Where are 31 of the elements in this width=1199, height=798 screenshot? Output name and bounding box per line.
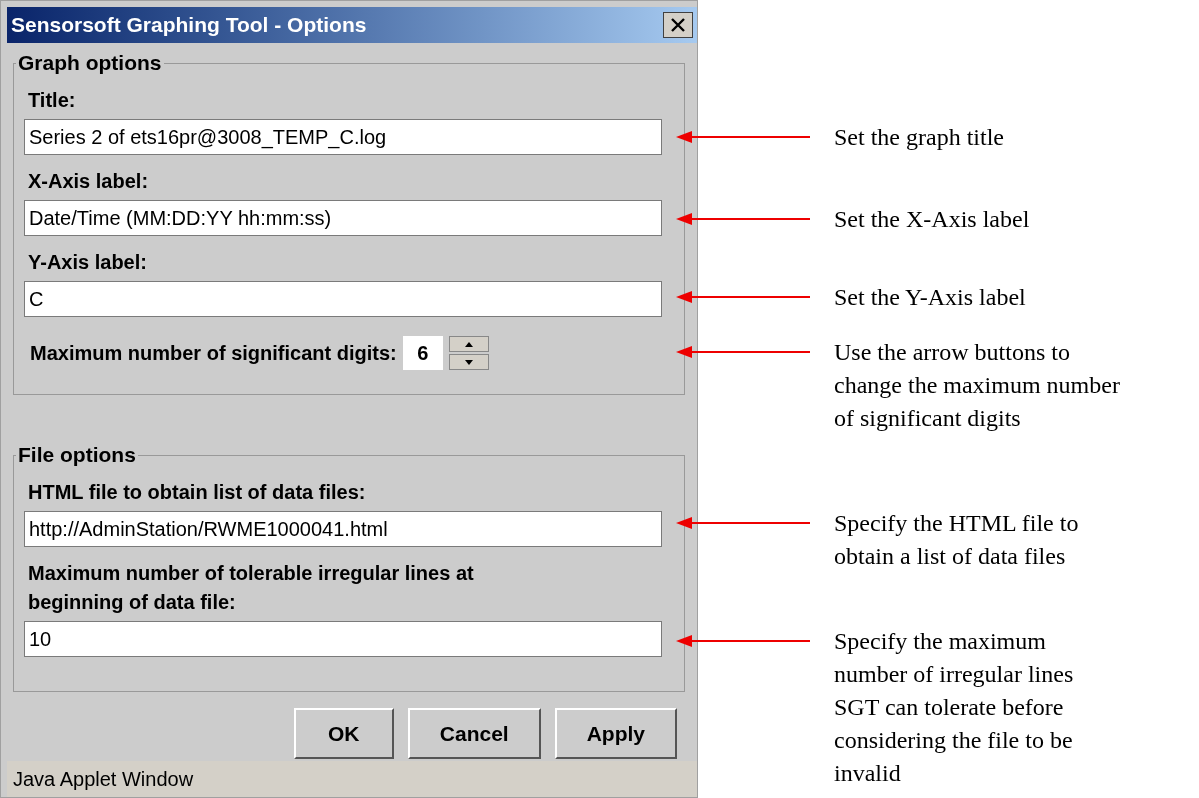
down-arrow-icon bbox=[464, 359, 473, 365]
spin-down-button[interactable] bbox=[448, 354, 489, 370]
up-arrow-icon bbox=[464, 341, 473, 347]
group-title: Graph options bbox=[17, 51, 163, 75]
field-label: Y-Axis label: bbox=[27, 250, 148, 275]
annotation-text: Set the X-Axis label bbox=[834, 205, 1030, 234]
close-icon bbox=[671, 18, 685, 32]
annotation-text: Set the graph title bbox=[834, 123, 1004, 152]
dialog-button[interactable]: Apply bbox=[554, 708, 677, 759]
field-label: X-Axis label: bbox=[27, 169, 150, 194]
field-label: Maximum number of tolerable irregular lines at beginning of data file: bbox=[27, 561, 475, 615]
field-label: Title: bbox=[27, 88, 77, 113]
close-button[interactable] bbox=[663, 12, 693, 38]
dialog-button[interactable]: OK bbox=[293, 708, 394, 759]
annotation-text: Specify the maximum number of irregular lines SGT can tolerate before considering the file to be invalid bbox=[834, 627, 1074, 788]
window-title: Sensorsoft Graphing Tool - Options bbox=[11, 12, 367, 39]
annotation-text: Set the Y-Axis label bbox=[834, 283, 1026, 312]
spinner-value[interactable]: 6 bbox=[402, 336, 443, 370]
dialog-button[interactable]: Cancel bbox=[407, 708, 541, 759]
group-title: File options bbox=[17, 443, 137, 467]
text-field[interactable]: 10 bbox=[24, 621, 662, 657]
spin-up-button[interactable] bbox=[448, 336, 489, 352]
field-label: Maximum number of significant digits: bbox=[30, 341, 397, 365]
text-field[interactable]: Series 2 of ets16pr@3008_TEMP_C.log bbox=[24, 119, 662, 155]
annotation-text: Use the arrow buttons to change the maximum number of significant digits bbox=[834, 338, 1120, 433]
text-field[interactable]: Date/Time (MM:DD:YY hh:mm:ss) bbox=[24, 200, 662, 236]
text-field[interactable]: C bbox=[24, 281, 662, 317]
field-label: HTML file to obtain list of data files: bbox=[27, 480, 367, 505]
status-text: Java Applet Window bbox=[13, 767, 194, 792]
annotation-text: Specify the HTML file to obtain a list of data files bbox=[834, 509, 1079, 571]
text-field[interactable]: http://AdminStation/RWME1000041.html bbox=[24, 511, 662, 547]
